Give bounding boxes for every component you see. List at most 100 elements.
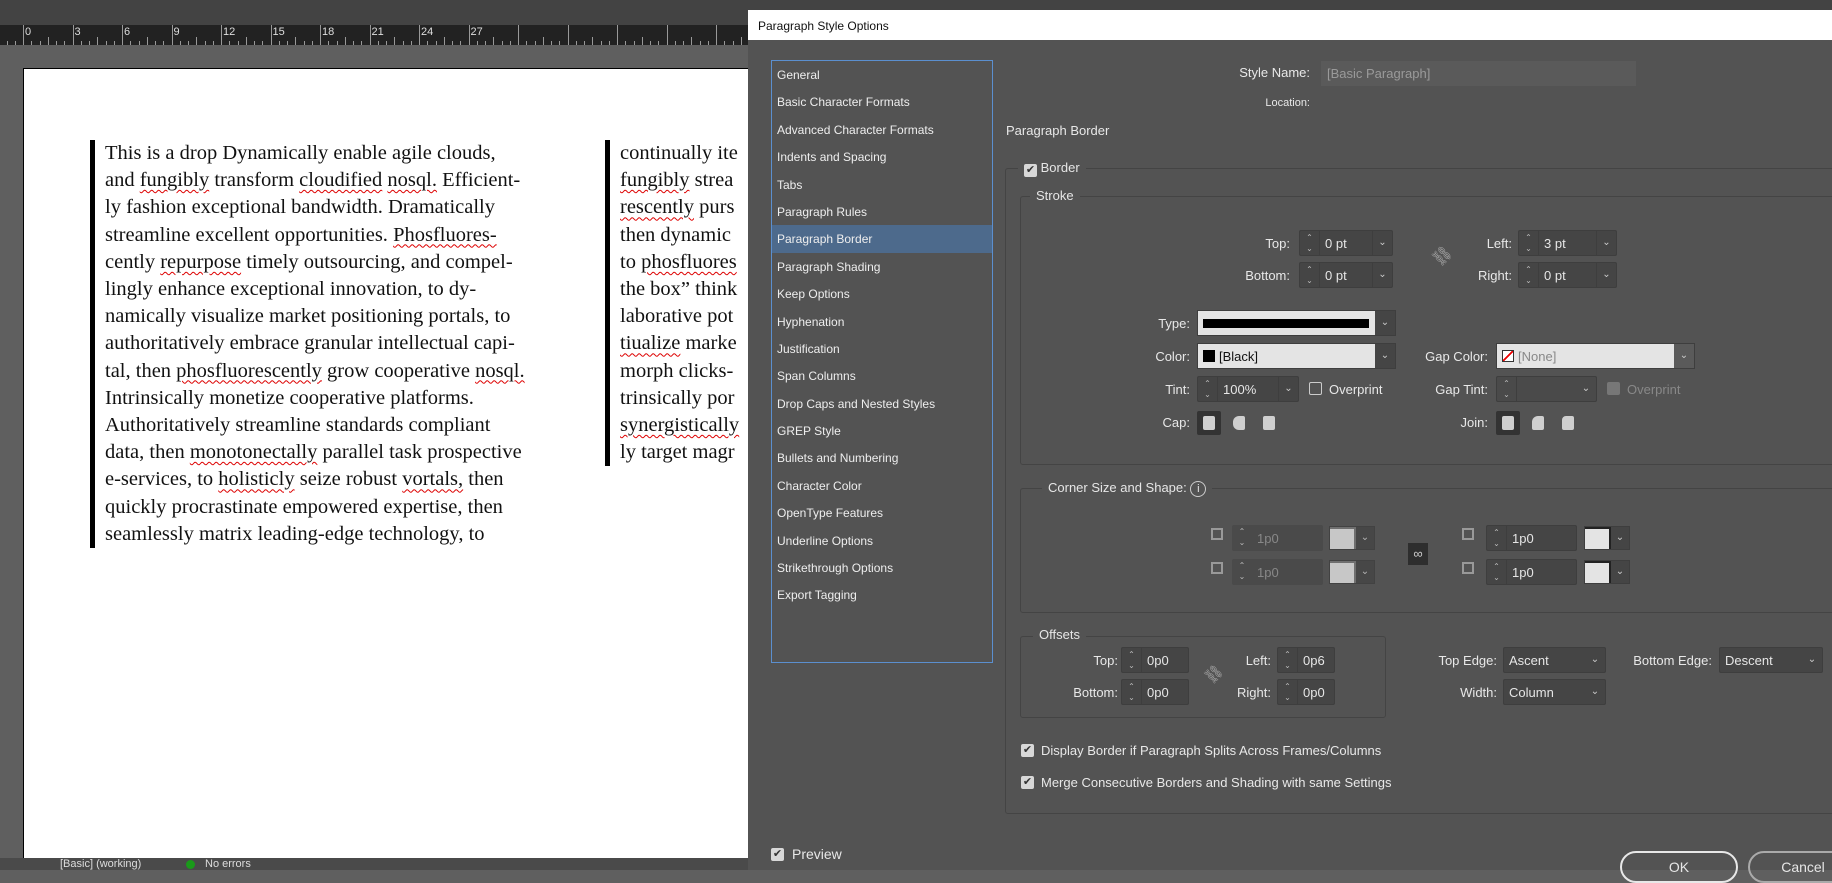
ruler-tick (724, 41, 726, 45)
ruler-tick (155, 41, 156, 45)
corner-bottom-left-shape[interactable]: ⌄ (1329, 560, 1375, 584)
category-item[interactable]: Tabs (772, 171, 992, 198)
category-item[interactable]: Drop Caps and Nested Styles (772, 390, 992, 417)
offset-right-spinner[interactable]: ⌃ ⌄ 0p0 (1277, 679, 1335, 705)
ok-button[interactable]: OK (1620, 851, 1738, 883)
info-icon[interactable]: i (1190, 481, 1207, 497)
border-toggle[interactable]: ✔ Border (1018, 160, 1086, 177)
stroke-top-value[interactable]: 0 pt (1320, 236, 1372, 251)
miter-join-icon[interactable] (1496, 411, 1520, 435)
ruler-tick (600, 41, 602, 45)
offset-left-value[interactable]: 0p6 (1298, 653, 1334, 668)
preview-checkbox[interactable]: ✔ (771, 848, 784, 861)
category-item[interactable]: Paragraph Rules (772, 198, 992, 225)
width-dropdown[interactable]: Column ⌄ (1503, 679, 1606, 705)
ruler-tick (212, 41, 214, 45)
ruler-tick (56, 41, 57, 45)
category-item[interactable]: Justification (772, 335, 992, 362)
status-bar: [Basic] (working) No errors (0, 858, 760, 870)
category-item[interactable]: Paragraph Shading (772, 253, 992, 280)
ruler-label: 3 (74, 26, 81, 38)
category-item[interactable]: General (772, 61, 992, 88)
overprint-checkbox[interactable] (1309, 382, 1322, 395)
corner-bottom-left-spinner[interactable]: ⌃ ⌄ 1p0 (1232, 559, 1323, 585)
category-item[interactable]: Span Columns (772, 362, 992, 389)
round-cap-icon[interactable] (1227, 411, 1251, 435)
gap-tint-label: Gap Tint: (1435, 382, 1488, 397)
ruler-tick (518, 25, 519, 45)
round-join-icon[interactable] (1526, 411, 1550, 435)
tint-spinner[interactable]: ⌃ ⌄ 100% ⌄ (1197, 376, 1299, 402)
offset-left-spinner[interactable]: ⌃ ⌄ 0p6 (1277, 647, 1335, 673)
ruler-tick (221, 25, 222, 45)
offset-bottom-value[interactable]: 0p0 (1142, 685, 1188, 700)
category-item[interactable]: GREP Style (772, 417, 992, 444)
horizontal-ruler[interactable]: 0 3 6 9 12 15 18 21 24 27 (0, 25, 760, 45)
stroke-top-spinner[interactable]: ⌃ ⌄ 0 pt ⌄ (1299, 230, 1393, 256)
text-column-2[interactable]: continually ite fungibly strea rescently p… (605, 140, 748, 467)
corner-top-left-value[interactable]: 1p0 (1252, 531, 1323, 546)
corner-top-right-value[interactable]: 1p0 (1507, 531, 1576, 546)
category-item[interactable]: Hyphenation (772, 308, 992, 335)
corner-bottom-right-spinner[interactable]: ⌃ ⌄ 1p0 (1486, 559, 1577, 585)
text-column-1[interactable]: This is a drop Dynamically enable agile … (90, 140, 593, 549)
category-item[interactable]: Character Color (772, 472, 992, 499)
cancel-button[interactable]: Cancel (1748, 851, 1832, 883)
offset-right-value[interactable]: 0p0 (1298, 685, 1334, 700)
offset-bottom-spinner[interactable]: ⌃ ⌄ 0p0 (1121, 679, 1189, 705)
corner-top-left-spinner[interactable]: ⌃ ⌄ 1p0 (1232, 525, 1323, 551)
bevel-join-icon[interactable] (1556, 411, 1580, 435)
category-item[interactable]: Paragraph Border (772, 225, 992, 253)
category-item[interactable]: Bullets and Numbering (772, 444, 992, 471)
category-item[interactable]: Strikethrough Options (772, 554, 992, 581)
cap-label: Cap: (1162, 415, 1190, 430)
paragraph-style-options-dialog: Paragraph Style Options General Basic Cha… (748, 10, 1832, 883)
style-name-input[interactable]: [Basic Paragraph] (1321, 61, 1636, 86)
text-line: Intrinsically monetize cooperative platf… (105, 386, 474, 409)
stroke-bottom-value[interactable]: 0 pt (1320, 268, 1372, 283)
border-checkbox[interactable]: ✔ (1024, 164, 1037, 177)
stroke-type-dropdown[interactable]: ⌄ (1197, 310, 1396, 336)
corner-top-right-spinner[interactable]: ⌃ ⌄ 1p0 (1486, 525, 1577, 551)
category-item[interactable]: Export Tagging (772, 581, 992, 608)
category-item[interactable]: Advanced Character Formats (772, 116, 992, 143)
corner-bottom-right-shape[interactable]: ⌄ (1584, 560, 1630, 584)
stroke-right-spinner[interactable]: ⌃ ⌄ 0 pt ⌄ (1518, 262, 1617, 288)
offset-top-spinner[interactable]: ⌃ ⌄ 0p0 (1121, 647, 1189, 673)
gap-tint-spinner[interactable]: ⌃ ⌄ ⌄ (1496, 376, 1597, 402)
status-errors[interactable]: No errors (205, 858, 251, 870)
stroke-right-value[interactable]: 0 pt (1539, 268, 1596, 283)
stroke-left-spinner[interactable]: ⌃ ⌄ 3 pt ⌄ (1518, 230, 1617, 256)
projecting-cap-icon[interactable] (1257, 411, 1281, 435)
top-edge-dropdown[interactable]: Ascent ⌄ (1503, 647, 1606, 673)
category-item[interactable]: Underline Options (772, 527, 992, 554)
ruler-tick (394, 37, 396, 45)
ruler-tick (245, 37, 247, 45)
gap-color-value: [None] (1518, 348, 1557, 364)
stroke-bottom-spinner[interactable]: ⌃ ⌄ 0 pt ⌄ (1299, 262, 1393, 288)
ruler-tick (617, 25, 618, 45)
merge-borders-checkbox[interactable]: ✔ (1021, 776, 1034, 789)
category-item[interactable]: Keep Options (772, 280, 992, 307)
butt-cap-icon[interactable] (1197, 411, 1221, 435)
bottom-edge-label: Bottom Edge: (1633, 653, 1712, 668)
display-border-checkbox[interactable]: ✔ (1021, 744, 1034, 757)
gap-overprint-checkbox[interactable] (1607, 382, 1620, 395)
corner-bottom-left-value[interactable]: 1p0 (1252, 565, 1323, 580)
offset-top-value[interactable]: 0p0 (1142, 653, 1188, 668)
category-item[interactable]: Indents and Spacing (772, 143, 992, 170)
tint-value[interactable]: 100% (1218, 382, 1278, 397)
gap-color-dropdown[interactable]: [None] ⌄ (1496, 343, 1695, 369)
corner-bottom-right-value[interactable]: 1p0 (1507, 565, 1576, 580)
category-item[interactable]: OpenType Features (772, 499, 992, 526)
category-item[interactable]: Basic Character Formats (772, 88, 992, 115)
stroke-color-dropdown[interactable]: [Black] ⌄ (1197, 343, 1396, 369)
corner-top-left-shape[interactable]: ⌄ (1329, 526, 1375, 550)
linked-chain-icon[interactable]: ∞ (1408, 543, 1428, 565)
text-line: ly target magr (620, 441, 735, 464)
stroke-left-value[interactable]: 3 pt (1539, 236, 1596, 251)
bottom-edge-dropdown[interactable]: Descent ⌄ (1719, 647, 1823, 673)
corner-top-right-shape[interactable]: ⌄ (1584, 526, 1630, 550)
stroke-color-value: [Black] (1219, 348, 1259, 364)
ruler-tick (361, 41, 363, 45)
